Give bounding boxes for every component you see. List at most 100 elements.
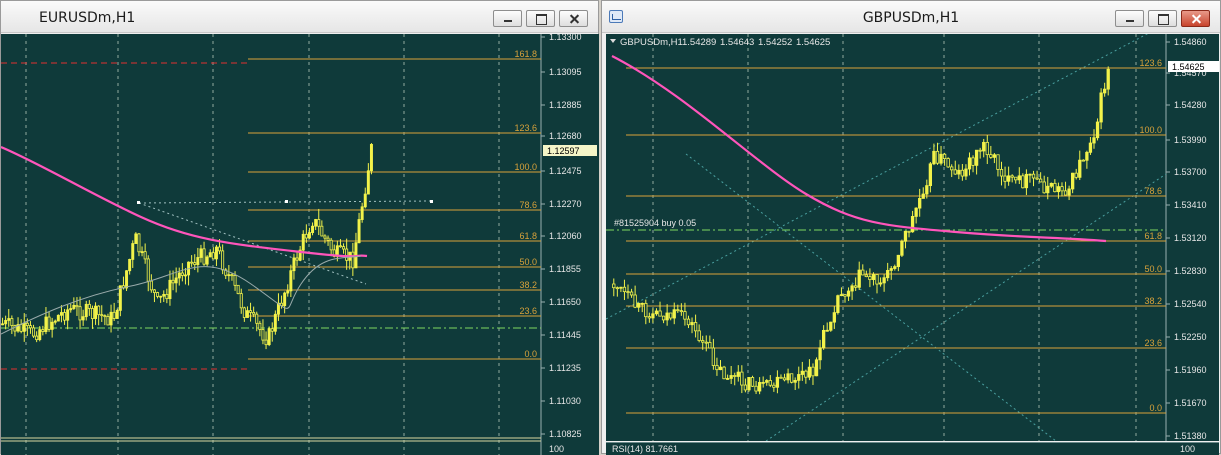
gbpusd-candle-body xyxy=(1035,177,1039,180)
eurusd-candle-body xyxy=(233,275,237,286)
fib-level-label: 61.8 xyxy=(1144,231,1162,241)
rsi-label: RSI(14) 81.7661 xyxy=(612,444,679,454)
minimize-button[interactable] xyxy=(1115,10,1144,27)
price-axis-label: 1.53120 xyxy=(1174,233,1207,243)
eurusd-candle-body xyxy=(221,250,225,271)
gbpusd-candle-body xyxy=(921,193,925,199)
order-label: #81525904 buy 0.05 xyxy=(614,218,696,228)
eurusd-candle-body xyxy=(44,316,48,333)
gbpusd-candle-body xyxy=(992,154,997,158)
eurusd-candle-body xyxy=(131,243,135,260)
gbpusd-candle-body xyxy=(932,150,936,165)
gbpusd-candle-body xyxy=(722,366,726,380)
gbpusd-candle-body xyxy=(814,359,819,377)
gbpusd-candle-body xyxy=(900,240,904,256)
subwindow-axis-label: 100 xyxy=(549,444,564,454)
rsi-subwindow[interactable]: RSI(14) 81.7661 100 xyxy=(606,442,1219,455)
maximize-button[interactable] xyxy=(1148,10,1177,27)
gbpusd-candle-body xyxy=(697,330,701,341)
eurusd-candle-body xyxy=(81,316,85,321)
eurusd-candle-body xyxy=(190,261,194,264)
gbpusd-candle-body xyxy=(1014,176,1018,181)
gbpusd-chart-canvas[interactable]: 1.548601.545701.542801.539901.537001.534… xyxy=(606,34,1219,441)
eurusd-candle-body xyxy=(87,303,91,309)
eurusd-candle-body xyxy=(239,293,243,309)
eurusd-chart-canvas[interactable]: 1.13300 1.13095 1.12885 1.12680 1.12475 1.122… xyxy=(1,34,599,455)
gbpusd-candle-body xyxy=(871,274,876,280)
price-axis-label: 1.10825 xyxy=(549,429,582,439)
eurusd-candle-body xyxy=(63,312,67,321)
ohlc-value: 1.54643 xyxy=(720,37,754,48)
gbpusd-candle-body xyxy=(1049,182,1053,187)
close-button[interactable] xyxy=(1181,10,1210,27)
gbpusd-candle-body xyxy=(960,169,965,177)
eurusd-candle-body xyxy=(50,321,54,330)
maximize-button[interactable] xyxy=(526,10,555,27)
price-axis-label: 1.13095 xyxy=(549,67,582,77)
eurusd-candle-body xyxy=(338,245,342,248)
chart-eurusd[interactable]: 1.13300 1.13095 1.12885 1.12680 1.12475 1.122… xyxy=(1,34,599,455)
gbpusd-candle-body xyxy=(1092,137,1096,144)
fib-level-label: 161.8 xyxy=(514,49,537,59)
gbpusd-candle-body xyxy=(1095,121,1100,139)
eurusd-candle-body xyxy=(317,219,321,227)
eurusd-candle-body xyxy=(183,274,187,277)
eurusd-candle-body xyxy=(301,233,305,251)
gbpusd-candle-body xyxy=(832,312,836,323)
current-price-label: 1.54625 xyxy=(1172,62,1205,72)
gbpusd-candle-body xyxy=(644,302,648,318)
eurusd-candle-body xyxy=(214,246,218,260)
eurusd-candle-body xyxy=(351,251,355,269)
gbpusd-candle-body xyxy=(701,340,705,343)
trendline-anchor xyxy=(137,201,140,204)
gbpusd-candle-body xyxy=(939,153,943,164)
eurusd-candle-body xyxy=(165,294,169,300)
eurusd-candle-body xyxy=(311,225,315,234)
chart-gbpusd[interactable]: 1.54860 1.54570 1.54280 1.53990 1.53700 1.534… xyxy=(606,34,1219,441)
gbpusd-candle-body xyxy=(935,150,940,164)
gbpusd-candle-body xyxy=(836,295,840,314)
gbpusd-candle-body xyxy=(910,216,915,233)
window-controls xyxy=(1115,10,1210,27)
gbpusd-candle-body xyxy=(640,302,644,305)
titlebar-gbpusd[interactable]: GBPUSDm,H1 xyxy=(602,1,1220,33)
gbpusd-candle-body xyxy=(907,230,911,233)
eurusd-candle-body xyxy=(112,311,116,319)
eurusd-candle-body xyxy=(1,323,5,326)
eurusd-candle-body xyxy=(363,193,367,208)
eurusd-candle-body xyxy=(174,277,178,284)
gbpusd-candle-body xyxy=(654,310,659,315)
eurusd-candle-body xyxy=(28,325,32,329)
eurusd-candle-body xyxy=(245,310,249,318)
gbpusd-candle-body xyxy=(786,373,790,381)
price-axis-label: 1.52830 xyxy=(1174,266,1207,276)
eurusd-candle-body xyxy=(72,304,76,309)
gbpusd-candle-body xyxy=(775,376,780,388)
gbpusd-candle-body xyxy=(754,385,758,392)
gbpusd-candle-body xyxy=(822,329,826,349)
gbpusd-candle-body xyxy=(882,277,886,284)
close-button[interactable] xyxy=(559,10,588,27)
gbpusd-candle-body xyxy=(711,347,716,366)
gbpusd-candle-body xyxy=(1010,175,1014,178)
fib-level-label: 38.2 xyxy=(519,280,537,290)
gbpusd-candle-body xyxy=(903,230,908,242)
gbpusd-candle-body xyxy=(857,269,861,288)
eurusd-candle-body xyxy=(369,144,373,172)
fib-level-label: 23.6 xyxy=(519,306,537,316)
gbpusd-candle-body xyxy=(864,274,868,278)
fib-level-label: 50.0 xyxy=(519,257,537,267)
moving-average-line xyxy=(1,145,368,258)
eurusd-candle-body xyxy=(230,274,234,277)
eurusd-candle-body xyxy=(314,219,318,227)
minimize-button[interactable] xyxy=(493,10,522,27)
gbpusd-candle-body xyxy=(985,141,989,156)
price-axis-label: 1.11235 xyxy=(549,363,581,373)
price-axis-label: 1.53990 xyxy=(1174,135,1207,145)
gbpusd-candle-body xyxy=(1024,173,1029,189)
window-eurusd[interactable]: EURUSDm,H1 1.13300 1.13095 1.12885 1.12680 1… xyxy=(0,0,599,455)
eurusd-candle-body xyxy=(140,251,144,254)
window-gbpusd[interactable]: GBPUSDm,H1 1.54860 1.54570 1.54280 1.53990 1… xyxy=(601,0,1221,455)
titlebar-eurusd[interactable]: EURUSDm,H1 xyxy=(1,1,598,33)
eurusd-candle-body xyxy=(94,305,98,319)
